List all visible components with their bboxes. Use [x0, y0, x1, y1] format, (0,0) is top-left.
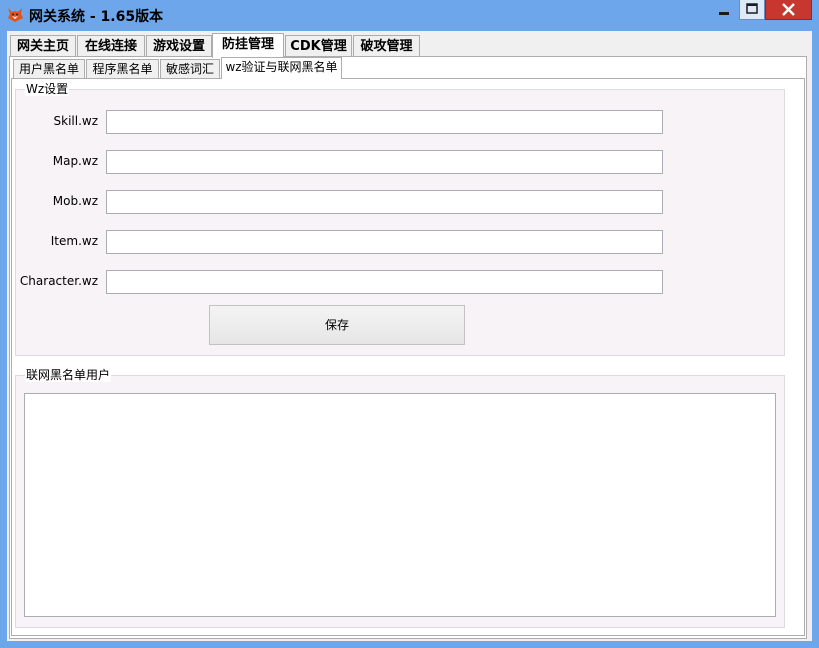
minimize-icon	[719, 12, 729, 15]
map-wz-label: Map.wz	[52, 154, 98, 168]
app-window: 网关系统 - 1.65版本 网关主页 在线连接 游戏设置 防挂管理 CDK管理 …	[0, 0, 819, 648]
item-wz-field[interactable]	[106, 230, 663, 254]
wz-verify-panel: Wz设置 Skill.wz Map.wz Mob.wz Item.wz Char…	[11, 78, 805, 636]
online-blacklist-legend: 联网黑名单用户	[25, 368, 112, 382]
anti-cheat-panel: 用户黑名单 程序黑名单 敏感词汇 wz验证与联网黑名单 Wz设置 Skill.w…	[9, 56, 807, 639]
item-wz-label: Item.wz	[50, 234, 98, 248]
client-area: 网关主页 在线连接 游戏设置 防挂管理 CDK管理 破攻管理 用户黑名单 程序黑…	[7, 31, 812, 641]
mob-wz-label: Mob.wz	[52, 194, 98, 208]
tab-sensitive-words[interactable]: 敏感词汇	[160, 59, 220, 78]
fox-icon	[8, 8, 23, 22]
character-wz-label: Character.wz	[19, 274, 98, 288]
tab-cdk-management[interactable]: CDK管理	[285, 35, 352, 57]
tab-wz-verify-blacklist[interactable]: wz验证与联网黑名单	[221, 57, 342, 79]
map-wz-field[interactable]	[106, 150, 663, 174]
skill-wz-label: Skill.wz	[53, 114, 99, 128]
tab-anti-cheat[interactable]: 防挂管理	[212, 33, 284, 58]
tab-crack-management[interactable]: 破攻管理	[353, 35, 420, 57]
tab-program-blacklist[interactable]: 程序黑名单	[86, 59, 159, 78]
online-blacklist-group: 联网黑名单用户	[15, 368, 785, 628]
tab-game-settings[interactable]: 游戏设置	[146, 35, 212, 57]
save-button[interactable]: 保存	[209, 305, 465, 345]
wz-settings-legend: Wz设置	[25, 82, 70, 96]
blacklist-users-list[interactable]	[24, 393, 776, 617]
close-button[interactable]	[765, 0, 812, 20]
tab-gateway-home[interactable]: 网关主页	[10, 35, 76, 57]
character-wz-field[interactable]	[106, 270, 663, 294]
tab-user-blacklist[interactable]: 用户黑名单	[13, 59, 85, 78]
mob-wz-field[interactable]	[106, 190, 663, 214]
minimize-button[interactable]	[711, 0, 737, 20]
maximize-icon	[746, 3, 758, 14]
maximize-button[interactable]	[739, 0, 765, 20]
title-bar[interactable]: 网关系统 - 1.65版本	[0, 0, 819, 31]
tab-online-connections[interactable]: 在线连接	[77, 35, 145, 57]
wz-settings-group: Wz设置 Skill.wz Map.wz Mob.wz Item.wz Char…	[15, 82, 785, 356]
window-title: 网关系统 - 1.65版本	[29, 9, 164, 25]
close-icon	[782, 3, 795, 16]
skill-wz-field[interactable]	[106, 110, 663, 134]
